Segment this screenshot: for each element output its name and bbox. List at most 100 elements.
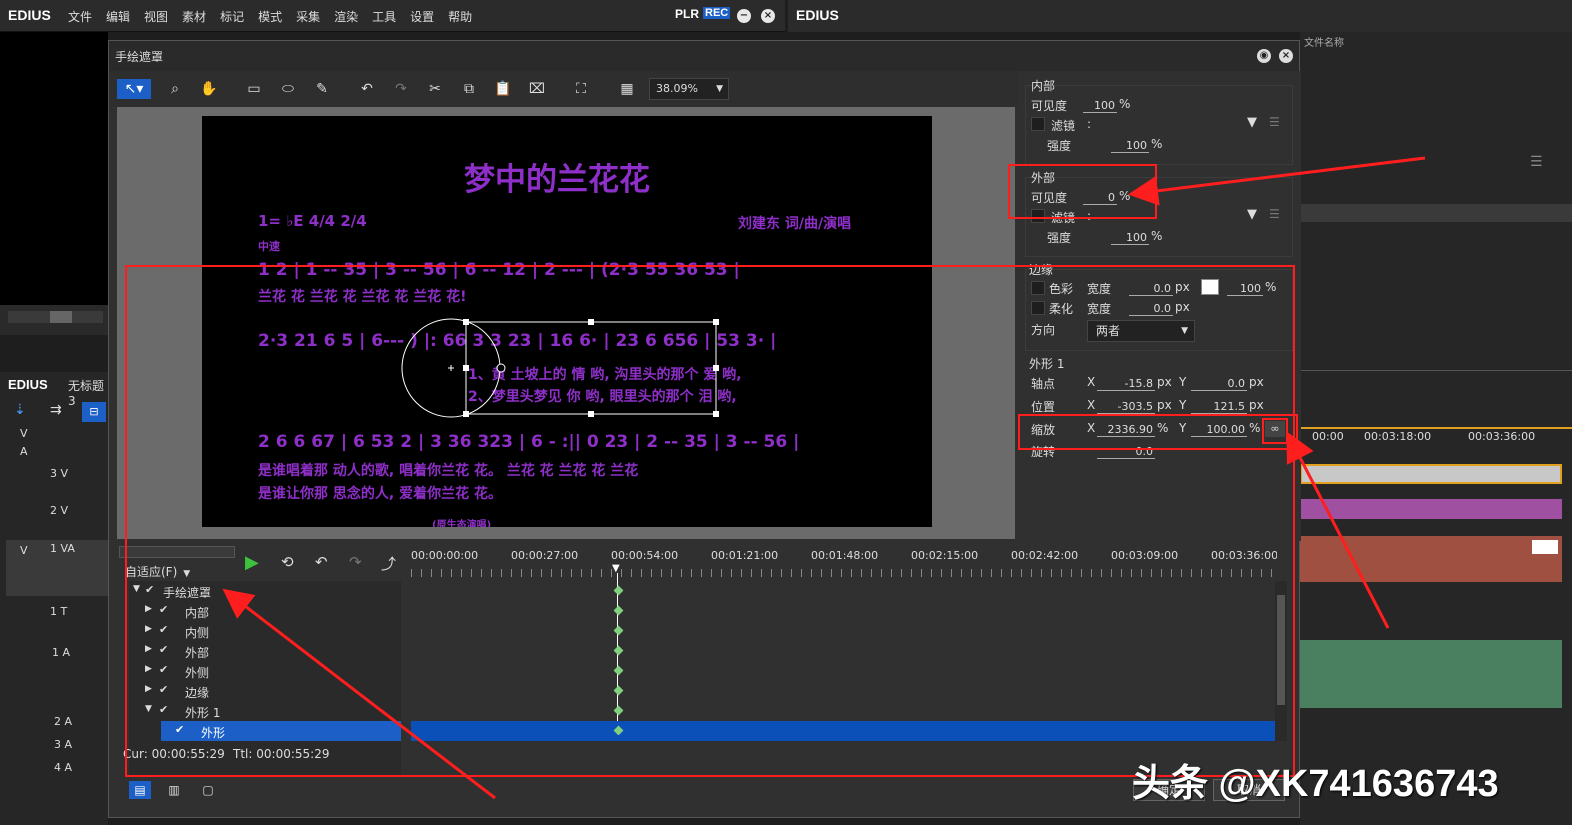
list-icon[interactable]: ☰ [1269,115,1280,129]
recorder-row [1300,204,1572,222]
highlight-link-aspect [1262,418,1288,444]
track-3v[interactable]: 3 V [50,467,68,480]
main-ruler-line [1300,427,1572,429]
pen-tool-icon[interactable]: ✎ [312,79,332,99]
highlight-main-area [125,265,1295,777]
fit-view-icon[interactable]: ⛶ [571,79,591,99]
main-ruler-1: 00:00 [1312,430,1344,443]
app-logo: EDIUS [8,7,51,23]
zoom-value: 38.09% [656,82,698,95]
menu-edit[interactable]: 编辑 [106,8,130,25]
mask-toolbar: ↖▾ ⌕ ✋ ▭ ⬭ ✎ ↶ ↷ ✂ ⧉ 📋 ⌧ ⛶ ▦ 38.09% ▼ [109,71,1019,107]
main-ruler-2: 00:03:18:00 [1364,430,1432,443]
link-mode-icon[interactable]: ⊟ [82,402,106,422]
clip-video-1va[interactable] [1300,536,1562,582]
outer-filter-icon[interactable]: ▼ [1247,207,1257,222]
outer-list-icon[interactable]: ☰ [1269,207,1280,221]
track-tool-icon[interactable]: ⇣ [14,402,36,422]
inner-filter-checkbox[interactable] [1031,117,1045,131]
close-icon[interactable]: × [761,9,775,23]
highlight-outer-visibility [1008,164,1157,219]
select-tool-icon[interactable]: ↖▾ [117,79,151,99]
menu-marker[interactable]: 标记 [220,8,244,25]
ellipse-tool-icon[interactable]: ⬭ [278,79,298,99]
inner-strength-label: 强度 [1047,139,1072,153]
clip-video-2v[interactable] [1300,499,1562,519]
track-1va-v: V [20,544,28,557]
inner-visibility-label: 可见度 [1031,99,1068,113]
main-timeline-panel: EDIUS 无标题3 ⇣ ⇉ ⊟ V A 3 V 2 V V 1 VA 1 T … [0,372,108,825]
highlight-scale [1018,414,1298,450]
player-controls [0,305,108,335]
paste-icon[interactable]: 📋 [493,79,513,99]
clip-audio-1a[interactable] [1300,640,1562,708]
info-row: 文件名称 [1304,34,1344,49]
menu-settings[interactable]: 设置 [410,8,434,25]
track-2v[interactable]: 2 V [50,504,68,517]
layout-columns-icon[interactable]: ▥ [163,781,185,799]
zoom-tool-icon[interactable]: ⌕ [165,79,185,99]
main-menu: 文件 编辑 视图 素材 标记 模式 采集 渲染 工具 设置 帮助 [68,8,486,25]
track-1t[interactable]: 1 T [50,605,67,618]
filter-icon[interactable]: ▼ [1247,115,1257,130]
layout-full-icon[interactable]: ▢ [197,781,219,799]
inner-label: 内部 [1031,79,1056,93]
copy-icon[interactable]: ⧉ [459,79,479,99]
inner-strength-unit: % [1151,137,1163,151]
watermark: 头条 @XK741636743 [1132,763,1499,805]
player-slider-handle[interactable] [50,311,72,323]
rec-label: REC [703,7,731,19]
minimize-icon[interactable]: − [737,9,751,23]
outer-strength-unit: % [1151,229,1163,243]
menu-capture[interactable]: 采集 [296,8,320,25]
dialog-titlebar: 手绘遮罩 ◉ × [109,41,1299,71]
main-menubar: EDIUS 文件 编辑 视图 素材 标记 模式 采集 渲染 工具 设置 帮助 P… [0,0,785,32]
dialog-title: 手绘遮罩 [115,50,164,64]
info-label: 文件名称 [1304,38,1344,49]
rectangle-tool-icon[interactable]: ▭ [244,79,264,99]
menu-clip[interactable]: 素材 [182,8,206,25]
main-ruler-3: 00:03:36:00 [1468,430,1536,443]
track-2a[interactable]: 2 A [54,715,72,728]
timeline-logo: EDIUS [8,377,48,392]
layout-single-icon[interactable]: ▤ [129,781,151,799]
inner-filter-label: 滤镜 [1051,119,1076,133]
menu-render[interactable]: 渲染 [334,8,358,25]
track-v[interactable]: V [20,427,28,440]
grid-icon[interactable]: ▦ [617,79,637,99]
zoom-select[interactable]: 38.09% ▼ [649,78,729,100]
list-icon[interactable]: ☰ [1530,154,1543,170]
plr-label: PLR [675,7,699,21]
inner-visibility-unit: % [1119,97,1131,111]
track-3a[interactable]: 3 A [54,738,72,751]
recorder-titlebar: EDIUS [788,0,1572,32]
inner-visibility-input[interactable]: 100 [1083,99,1117,113]
track-1a[interactable]: 1 A [52,646,70,659]
track-a[interactable]: A [20,445,28,458]
outer-strength-input[interactable]: 100 [1111,231,1149,245]
cut-icon[interactable]: ✂ [425,79,445,99]
undo-icon[interactable]: ↶ [357,79,377,99]
menu-help[interactable]: 帮助 [448,8,472,25]
menu-tools[interactable]: 工具 [372,8,396,25]
settings-icon[interactable]: ◉ [1257,49,1271,63]
inner-strength-input[interactable]: 100 [1111,139,1149,153]
player-preview [0,32,108,332]
menu-view[interactable]: 视图 [144,8,168,25]
track-tool-icon-2[interactable]: ⇉ [50,402,72,422]
menu-file[interactable]: 文件 [68,8,92,25]
dialog-close-icon[interactable]: × [1279,49,1293,63]
menu-mode[interactable]: 模式 [258,8,282,25]
recorder-logo: EDIUS [796,7,839,23]
clip-video-3v[interactable] [1300,464,1562,484]
inner-filter-sep: : [1087,117,1092,131]
outer-strength-label: 强度 [1047,231,1072,245]
hand-tool-icon[interactable]: ✋ [199,79,219,99]
delete-icon[interactable]: ⌧ [527,79,547,99]
chevron-down-icon: ▼ [716,84,723,94]
clip-thumb [1532,540,1558,554]
redo-icon[interactable]: ↷ [391,79,411,99]
track-4a[interactable]: 4 A [54,761,72,774]
divider [1300,370,1572,371]
track-1va[interactable]: 1 VA [50,542,75,555]
